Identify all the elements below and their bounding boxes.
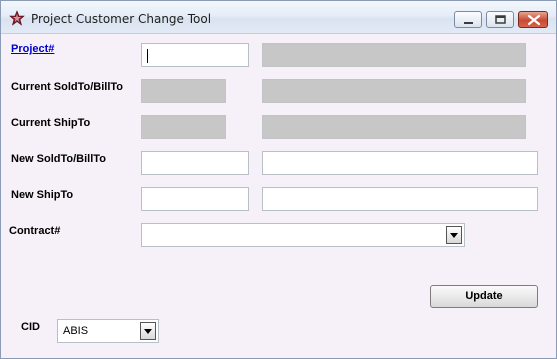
text-caret <box>147 49 148 63</box>
new-soldto-name-input[interactable] <box>262 151 538 175</box>
minimize-button[interactable] <box>454 11 482 28</box>
contract-label: Contract# <box>9 225 61 237</box>
new-soldto-id-input[interactable] <box>141 151 249 175</box>
contract-dropdown-button[interactable] <box>446 226 462 244</box>
maximize-icon <box>495 15 506 24</box>
new-soldto-label: New SoldTo/BillTo <box>11 153 106 165</box>
maximize-button[interactable] <box>486 11 514 28</box>
update-button[interactable]: Update <box>430 285 538 308</box>
cid-label: CID <box>21 321 40 333</box>
cid-selected-value: ABIS <box>63 325 89 337</box>
contract-select[interactable] <box>141 223 465 247</box>
close-icon <box>527 14 541 26</box>
new-shipto-id-input[interactable] <box>141 187 249 211</box>
current-shipto-label: Current ShipTo <box>11 117 91 129</box>
current-shipto-id-field <box>141 115 226 139</box>
project-link[interactable]: Project# <box>11 43 54 55</box>
window-title: Project Customer Change Tool <box>31 12 212 26</box>
current-soldto-name-field <box>262 79 526 103</box>
cid-dropdown-button[interactable] <box>140 322 156 340</box>
project-description-field <box>262 43 526 67</box>
close-button[interactable] <box>518 11 548 28</box>
current-soldto-label: Current SoldTo/BillTo <box>11 81 124 93</box>
new-shipto-label: New ShipTo <box>11 189 74 201</box>
new-shipto-name-input[interactable] <box>262 187 538 211</box>
star-icon <box>9 10 25 26</box>
cid-select[interactable]: ABIS <box>57 319 159 343</box>
current-shipto-name-field <box>262 115 526 139</box>
project-input[interactable] <box>141 43 249 67</box>
chevron-down-icon <box>450 233 458 238</box>
app-window: Project Customer Change Tool Project# Cu… <box>0 0 557 359</box>
minimize-icon <box>464 22 473 24</box>
current-soldto-id-field <box>141 79 226 103</box>
title-bar[interactable]: Project Customer Change Tool <box>1 1 556 34</box>
chevron-down-icon <box>144 329 152 334</box>
